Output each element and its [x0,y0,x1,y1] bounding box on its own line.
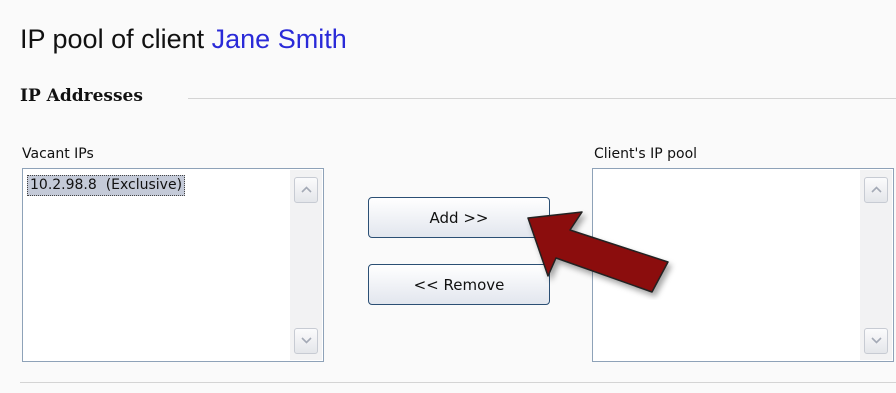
scroll-down-button[interactable] [864,328,888,354]
client-ip-pool-label: Client's IP pool [594,146,698,162]
bottom-divider [20,382,896,383]
chevron-up-icon [871,186,882,193]
client-name: Jane Smith [211,24,347,54]
section-title: IP Addresses [20,86,143,106]
vacant-ip-option[interactable]: 10.2.98.8 (Exclusive) [27,175,186,196]
scroll-up-button[interactable] [864,177,888,203]
scroll-down-button[interactable] [294,328,318,354]
scroll-up-button[interactable] [294,177,318,203]
vacant-ips-listbox[interactable]: 10.2.98.8 (Exclusive) [22,168,324,362]
arrow-pointer-icon [527,211,669,293]
ip-addresses-section: IP Addresses [20,86,896,108]
section-divider [188,98,896,99]
chevron-down-icon [871,337,882,344]
client-pool-scrollbar[interactable] [860,170,892,360]
chevron-down-icon [301,337,312,344]
chevron-up-icon [301,186,312,193]
page-title-prefix: IP pool of client [20,24,205,54]
vacant-ips-label: Vacant IPs [22,146,94,162]
vacant-ips-scrollbar[interactable] [290,170,322,360]
page-title: IP pool of client Jane Smith [20,24,347,55]
